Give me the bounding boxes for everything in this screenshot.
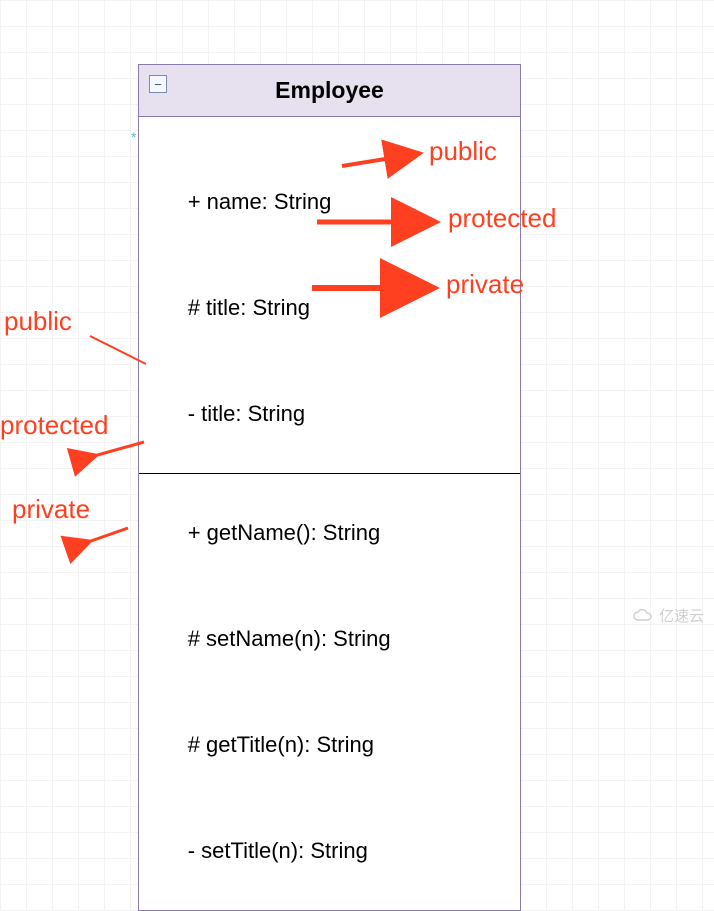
watermark-text: 亿速云 bbox=[659, 605, 704, 626]
annotation-protected-right: protected bbox=[448, 203, 556, 234]
arrow-icon bbox=[310, 278, 440, 298]
uml-class-box: − Employee * + name: String # title: Str… bbox=[138, 64, 521, 911]
asterisk-icon: * bbox=[131, 129, 136, 145]
methods-section: + getName(): String # setName(n): String… bbox=[139, 473, 520, 910]
annotation-protected-left: protected bbox=[0, 410, 108, 441]
method-row: + getName(): String bbox=[139, 480, 520, 586]
arrow-icon bbox=[315, 212, 445, 232]
annotation-private-left: private bbox=[12, 494, 90, 525]
attribute-text: - title: String bbox=[188, 401, 305, 426]
annotation-public-right: public bbox=[429, 136, 497, 167]
arrow-icon bbox=[86, 438, 156, 462]
method-row: - setTitle(n): String bbox=[139, 798, 520, 904]
collapse-icon[interactable]: − bbox=[149, 75, 167, 93]
arrow-icon bbox=[80, 524, 140, 548]
method-row: # setName(n): String bbox=[139, 586, 520, 692]
attribute-text: # title: String bbox=[188, 295, 310, 320]
method-text: + getName(): String bbox=[188, 520, 381, 545]
class-name: Employee bbox=[149, 77, 510, 104]
watermark: 亿速云 bbox=[631, 605, 704, 626]
attribute-text: + name: String bbox=[188, 189, 332, 214]
annotation-private-right: private bbox=[446, 269, 524, 300]
uml-class-header: − Employee bbox=[139, 65, 520, 117]
method-text: # setName(n): String bbox=[188, 626, 391, 651]
arrow-line-icon bbox=[86, 332, 156, 372]
annotation-public-left: public bbox=[4, 306, 72, 337]
method-row: # getTitle(n): String bbox=[139, 692, 520, 798]
method-text: - setTitle(n): String bbox=[188, 838, 368, 863]
arrow-icon bbox=[340, 148, 430, 172]
attribute-row: - title: String bbox=[139, 361, 520, 467]
cloud-icon bbox=[631, 608, 655, 624]
method-text: # getTitle(n): String bbox=[188, 732, 374, 757]
